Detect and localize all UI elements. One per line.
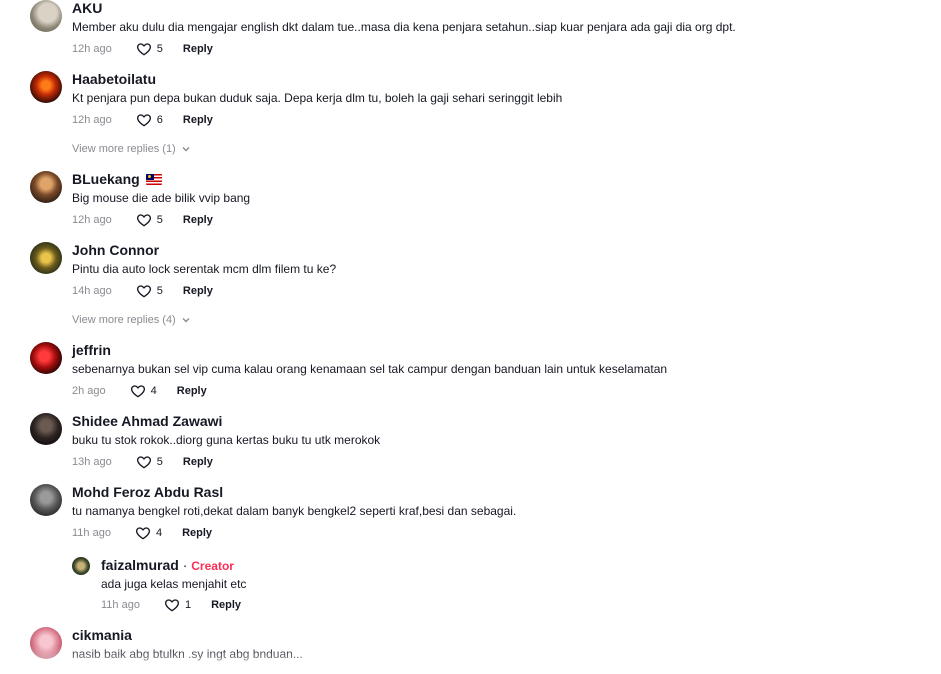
comment-text: Pintu dia auto lock serentak mcm dlm fil… [72, 262, 337, 276]
comment-meta: 11h ago 1 Reply [101, 597, 241, 613]
like-count: 6 [156, 114, 163, 126]
heart-icon [136, 456, 151, 469]
heart-icon [136, 43, 151, 56]
like-count: 5 [156, 456, 163, 468]
comment-text: Member aku dulu dia mengajar english dkt… [72, 20, 736, 34]
avatar[interactable] [30, 413, 62, 445]
view-more-replies[interactable]: View more replies (4) [72, 314, 191, 326]
chevron-down-icon [182, 318, 190, 323]
comment-time: 12h ago [72, 43, 112, 55]
chevron-down-icon [182, 147, 190, 152]
comment-text: ada juga kelas menjahit etc [101, 577, 247, 591]
avatar[interactable] [30, 627, 62, 659]
avatar[interactable] [30, 484, 62, 516]
like-count: 4 [155, 527, 163, 539]
comment-time: 12h ago [72, 214, 112, 226]
reply-button[interactable]: Reply [182, 527, 212, 539]
like-button[interactable]: 1 [164, 597, 191, 613]
heart-icon [136, 214, 151, 227]
like-button[interactable]: 5 [136, 41, 163, 57]
comment-author[interactable]: jeffrin [72, 342, 111, 358]
comment-time: 12h ago [72, 114, 112, 126]
like-button[interactable]: 5 [136, 454, 163, 470]
malaysia-flag-icon [145, 174, 162, 185]
heart-icon [164, 599, 179, 612]
like-count: 1 [184, 599, 192, 611]
avatar[interactable] [30, 71, 62, 103]
like-button[interactable]: 6 [136, 112, 163, 128]
heart-icon [130, 385, 145, 398]
reply-button[interactable]: Reply [183, 43, 213, 55]
comment-time: 2h ago [72, 385, 106, 397]
comment-author[interactable]: Mohd Feroz Abdu Rasl [72, 484, 223, 500]
like-button[interactable]: 5 [136, 212, 163, 228]
like-count: 5 [156, 214, 163, 226]
reply-button[interactable]: Reply [183, 285, 213, 297]
reply-button[interactable]: Reply [183, 214, 213, 226]
comment-text: tu namanya bengkel roti,dekat dalam bany… [72, 504, 517, 518]
comment-text: Kt penjara pun depa bukan duduk saja. De… [72, 91, 563, 105]
avatar[interactable] [30, 171, 62, 203]
view-more-replies-label: View more replies (1) [72, 143, 176, 155]
heart-icon [135, 527, 150, 540]
like-button[interactable]: 4 [130, 383, 157, 399]
comment-time: 14h ago [72, 285, 112, 297]
comment-text: nasib baik abg btulkn .sy ingt abg bndua… [72, 647, 303, 661]
comment-text: sebenarnya bukan sel vip cuma kalau oran… [72, 362, 668, 376]
comment-time: 13h ago [72, 456, 112, 468]
avatar[interactable] [30, 242, 62, 274]
view-more-replies-label: View more replies (4) [72, 314, 176, 326]
comment-author-name: BLuekang [72, 171, 140, 187]
comment-meta: 11h ago 4 Reply [72, 525, 212, 541]
comment-author[interactable]: Haabetoilatu [72, 71, 156, 87]
reply-button[interactable]: Reply [183, 114, 213, 126]
creator-badge: Creator [191, 559, 234, 573]
separator: · [178, 557, 192, 573]
comment-author[interactable]: faizalmurad · Creator [101, 557, 234, 574]
like-count: 4 [150, 385, 157, 397]
avatar[interactable] [30, 342, 62, 374]
comment-author[interactable]: Shidee Ahmad Zawawi [72, 413, 222, 429]
heart-icon [136, 285, 151, 298]
avatar[interactable] [30, 0, 62, 32]
comment-time: 11h ago [101, 599, 140, 611]
comment-meta: 12h ago 5 Reply [72, 41, 213, 57]
comment-meta: 13h ago 5 Reply [72, 454, 213, 470]
reply-button[interactable]: Reply [211, 599, 241, 611]
comment-author[interactable]: cikmania [72, 627, 132, 643]
comment-author[interactable]: BLuekang [72, 171, 162, 187]
comment-meta: 12h ago 5 Reply [72, 212, 213, 228]
comment-meta: 14h ago 5 Reply [72, 283, 213, 299]
comment-meta: 2h ago 4 Reply [72, 383, 207, 399]
comment-meta: 12h ago 6 Reply [72, 112, 213, 128]
reply-button[interactable]: Reply [177, 385, 207, 397]
like-count: 5 [156, 43, 163, 55]
comment-text: Big mouse die ade bilik vvip bang [72, 191, 251, 205]
heart-icon [136, 114, 151, 127]
comment-author[interactable]: John Connor [72, 242, 159, 258]
comment-text: buku tu stok rokok..diorg guna kertas bu… [72, 433, 381, 447]
view-more-replies[interactable]: View more replies (1) [72, 143, 191, 155]
reply-button[interactable]: Reply [183, 456, 213, 468]
like-button[interactable]: 4 [135, 525, 162, 541]
like-count: 5 [156, 285, 163, 297]
comment-time: 11h ago [72, 527, 111, 539]
like-button[interactable]: 5 [136, 283, 163, 299]
comment-author[interactable]: AKU [72, 0, 102, 16]
reply-author-name: faizalmurad [101, 557, 179, 573]
avatar[interactable] [72, 557, 90, 575]
